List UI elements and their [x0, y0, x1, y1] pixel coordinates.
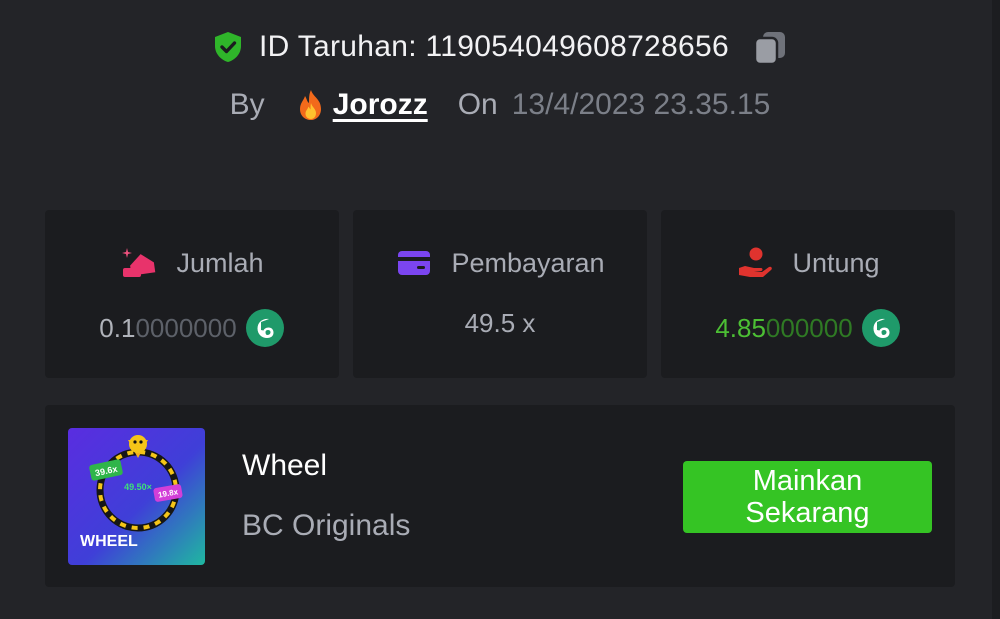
copy-icon[interactable] [751, 28, 789, 66]
profit-label: Untung [792, 247, 880, 278]
fire-icon [295, 88, 327, 122]
profit-card: Untung 4.85000000 [661, 210, 955, 378]
bet-meta-row: By Jorozz On 13/4/2023 23.35.15 [0, 84, 1000, 126]
payout-header: Pembayaran [395, 244, 605, 282]
profit-value: 4.85000000 [715, 308, 900, 348]
amount-value-main: 0.1 [99, 312, 136, 343]
hand-coin-icon [736, 244, 774, 282]
bet-stats: Jumlah 0.10000000 Pembayaran 49.5 x Untu… [45, 210, 955, 378]
game-provider: BC Originals [242, 509, 411, 542]
card-icon [395, 244, 433, 282]
shield-check-icon [211, 30, 245, 64]
thumb-label: WHEEL [80, 533, 138, 550]
amount-header: Jumlah [120, 244, 264, 282]
game-title[interactable]: Wheel [242, 449, 327, 483]
profit-header: Untung [736, 244, 880, 282]
bet-id-text: ID Taruhan: 119054049608728656 [259, 30, 729, 63]
payout-value: 49.5 x [465, 308, 536, 339]
bc-coin-icon [245, 308, 285, 348]
game-card: 39.6x 49.50× 19.8x WHEEL Wheel BC Origin… [45, 405, 955, 587]
profit-value-main: 4.85 [715, 312, 766, 343]
amount-value-trailing: 0000000 [135, 312, 237, 343]
payout-label: Pembayaran [451, 247, 605, 278]
by-label: By [229, 88, 265, 121]
amount-value: 0.10000000 [99, 308, 284, 348]
bet-amount-icon [120, 244, 158, 282]
amount-label: Jumlah [176, 247, 264, 278]
thumb-chip-center: 49.50× [124, 482, 152, 492]
bc-coin-icon [861, 308, 901, 348]
username: Jorozz [332, 88, 428, 121]
payout-multiplier: 49.5 x [464, 308, 536, 338]
play-now-button[interactable]: Mainkan Sekarang [683, 461, 932, 533]
profit-value-trailing: 000000 [765, 312, 853, 343]
payout-card: Pembayaran 49.5 x [353, 210, 647, 378]
amount-card: Jumlah 0.10000000 [45, 210, 339, 378]
user-link[interactable]: Jorozz [295, 88, 428, 122]
game-thumbnail[interactable]: 39.6x 49.50× 19.8x WHEEL [68, 428, 205, 565]
bet-datetime: 13/4/2023 23.35.15 [511, 88, 771, 121]
bet-id-row: ID Taruhan: 119054049608728656 [0, 26, 1000, 68]
on-label: On [457, 88, 498, 121]
